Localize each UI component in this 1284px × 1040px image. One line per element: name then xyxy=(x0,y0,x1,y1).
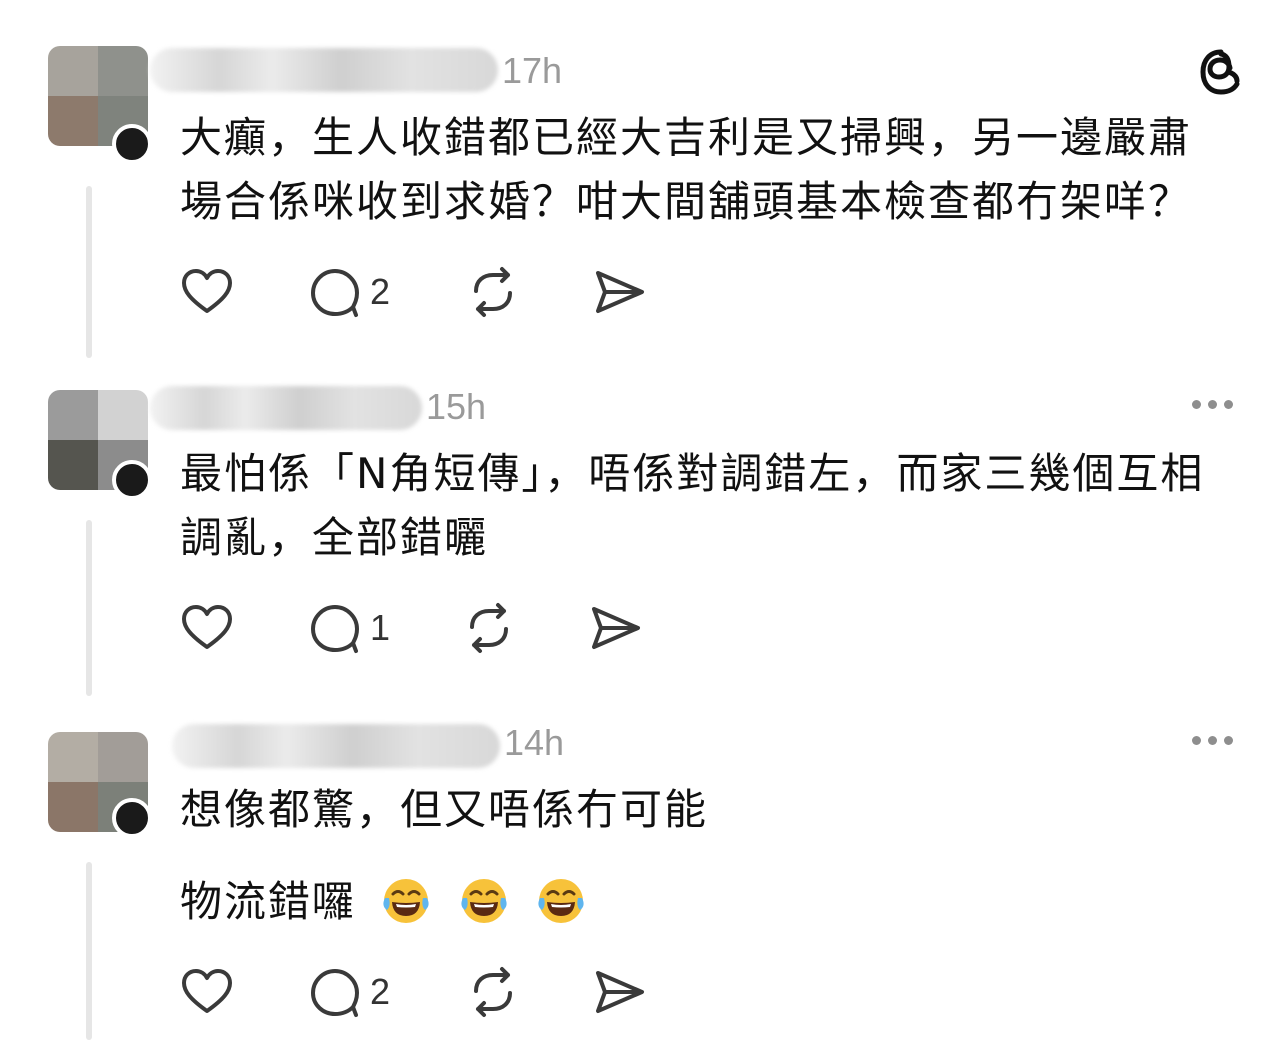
face-with-tears-of-joy-icon xyxy=(538,878,584,923)
post-text-line: 最怕係「N角短傳」，唔係對調錯左，而家三幾個互相 xyxy=(180,449,1205,498)
reply-button[interactable]: 2 xyxy=(308,964,390,1020)
reply-button[interactable]: 2 xyxy=(308,264,390,320)
like-button[interactable] xyxy=(180,600,234,656)
post-text-line: 大癲，生人收錯都已經大吉利是又掃興，另一邊嚴肅 xyxy=(180,113,1193,162)
heart-icon xyxy=(182,969,232,1013)
thread-line xyxy=(86,520,92,696)
heart-icon xyxy=(182,269,232,313)
post-text: 最怕係「N角短傳」，唔係對調錯左，而家三幾個互相 調亂，全部錯曬 xyxy=(180,442,1240,570)
comment-bubble-icon xyxy=(311,605,359,653)
reply-count: 1 xyxy=(370,607,391,648)
action-bar: 2 xyxy=(180,264,680,320)
like-button[interactable] xyxy=(180,264,234,320)
face-with-tears-of-joy-icon xyxy=(461,878,507,923)
post-text-line: 場合係咪收到求婚？咁大間舖頭基本檢查都冇架咩？ xyxy=(180,177,1193,226)
face-with-tears-of-joy-icon xyxy=(383,878,429,923)
post-text-line: 物流錯囉 xyxy=(180,877,357,926)
reply-count: 2 xyxy=(370,971,391,1012)
action-bar: 2 xyxy=(180,964,680,1020)
post-time: 14h xyxy=(504,722,565,763)
post-time: 17h xyxy=(502,50,563,91)
repost-button[interactable] xyxy=(466,264,520,320)
username-blurred[interactable] xyxy=(172,724,500,768)
share-button[interactable] xyxy=(592,964,646,1020)
reply-count: 2 xyxy=(370,271,391,312)
threads-logo-icon[interactable] xyxy=(1195,46,1247,98)
thread-line xyxy=(86,862,92,1040)
repost-icon xyxy=(474,967,512,1017)
heart-icon xyxy=(182,605,232,649)
comment-bubble-icon xyxy=(311,969,359,1017)
follow-badge-icon[interactable] xyxy=(112,460,152,500)
repost-button[interactable] xyxy=(466,964,520,1020)
username-blurred[interactable] xyxy=(150,48,498,92)
follow-badge-icon[interactable] xyxy=(112,798,152,838)
share-button[interactable] xyxy=(592,264,646,320)
comment-bubble-icon xyxy=(311,269,359,317)
follow-badge-icon[interactable] xyxy=(112,124,152,164)
post-text-line: 調亂，全部錯曬 xyxy=(180,513,489,562)
post-text: 物流錯囉 xyxy=(180,870,1240,934)
send-icon xyxy=(596,271,644,313)
repost-icon xyxy=(470,603,508,653)
more-options-button[interactable] xyxy=(1192,736,1233,745)
repost-button[interactable] xyxy=(462,600,516,656)
post-text: 想像都驚，但又唔係冇可能 xyxy=(180,778,1240,842)
more-options-icon xyxy=(1192,400,1201,409)
threads-reply-list: 17h 大癲，生人收錯都已經大吉利是又掃興，另一邊嚴肅 場合係咪收到求婚？咁大間… xyxy=(0,0,1284,1040)
repost-icon xyxy=(474,267,512,317)
send-icon xyxy=(592,607,640,649)
reply-button[interactable]: 1 xyxy=(308,600,390,656)
send-icon xyxy=(596,971,644,1013)
share-button[interactable] xyxy=(588,600,642,656)
action-bar: 1 xyxy=(180,600,680,656)
post-text-line: 想像都驚，但又唔係冇可能 xyxy=(180,785,709,834)
thread-line xyxy=(86,186,92,358)
more-options-button[interactable] xyxy=(1192,400,1233,409)
more-options-icon xyxy=(1192,736,1201,745)
like-button[interactable] xyxy=(180,964,234,1020)
username-blurred[interactable] xyxy=(150,386,422,430)
post-time: 15h xyxy=(426,386,487,427)
post-text: 大癲，生人收錯都已經大吉利是又掃興，另一邊嚴肅 場合係咪收到求婚？咁大間舖頭基本… xyxy=(180,106,1240,234)
